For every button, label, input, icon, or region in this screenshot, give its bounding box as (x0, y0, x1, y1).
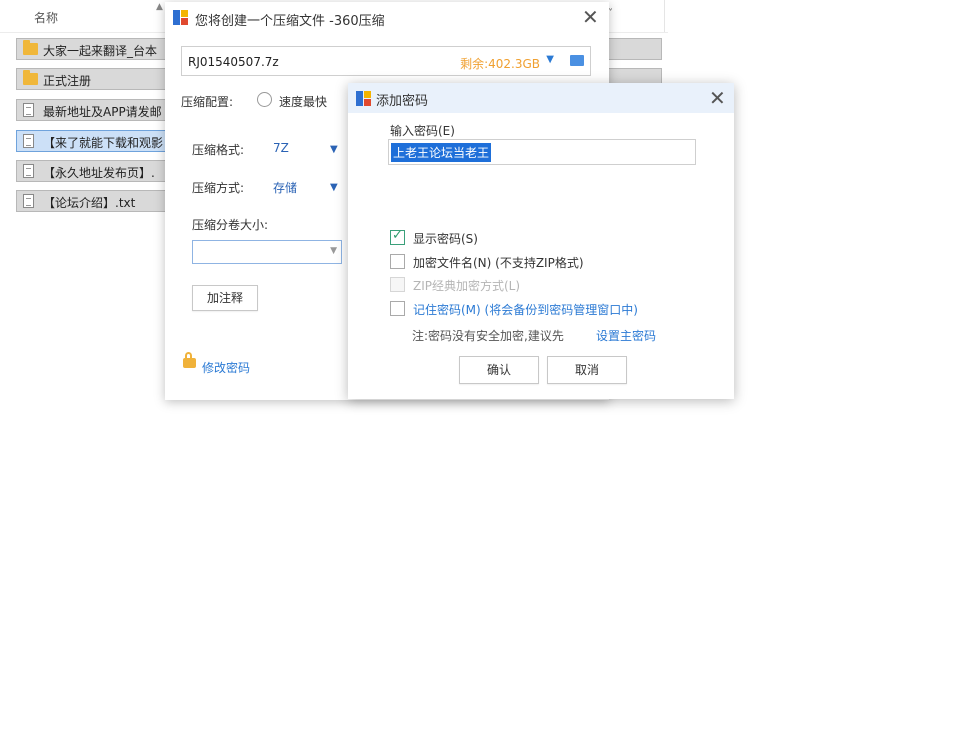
security-note: 注:密码没有安全加密,建议先 (412, 329, 564, 343)
speed-fastest-radio[interactable] (257, 92, 272, 107)
password-value: 上老王论坛当老王 (391, 143, 492, 162)
close-icon[interactable]: ✕ (582, 7, 599, 27)
encrypt-filenames-checkbox[interactable] (390, 254, 405, 269)
method-dropdown-icon[interactable]: ▼ (330, 182, 338, 193)
folder-icon (23, 40, 38, 55)
compress-config-label: 压缩配置: (181, 95, 234, 109)
app-logo-icon (173, 10, 188, 25)
zip-classic-checkbox (390, 277, 405, 292)
add-comment-button[interactable]: 加注释 (192, 285, 258, 311)
document-icon (23, 194, 34, 209)
browse-folder-icon[interactable] (570, 55, 584, 66)
document-icon (23, 103, 34, 118)
method-select[interactable]: 存储 (273, 179, 297, 196)
folder-icon (23, 70, 38, 85)
dialog-title: 您将创建一个压缩文件 -360压缩 (195, 14, 385, 29)
archive-filename: RJ01540507.7z (188, 55, 279, 69)
cancel-button[interactable]: 取消 (547, 356, 627, 384)
archive-path-field[interactable]: RJ01540507.7z 剩余:402.3GB ▼ (181, 46, 591, 76)
file-name: 大家一起来翻译_台本 (43, 44, 158, 58)
show-password-label[interactable]: 显示密码(S) (413, 230, 478, 247)
confirm-button[interactable]: 确认 (459, 356, 539, 384)
free-space-label: 剩余:402.3GB (460, 57, 540, 71)
file-name: 【永久地址发布页】. (43, 166, 155, 180)
format-select[interactable]: 7Z (273, 141, 289, 155)
file-name: 最新地址及APP请发邮 (43, 105, 162, 119)
password-dialog-title: 添加密码 (376, 94, 429, 109)
file-name: 【来了就能下载和观影 (43, 136, 164, 150)
method-label: 压缩方式: (192, 181, 245, 195)
change-password-link[interactable]: 修改密码 (202, 359, 250, 376)
password-input[interactable]: 上老王论坛当老王 (388, 139, 696, 165)
add-password-dialog: 添加密码 ✕ 输入密码(E) 上老王论坛当老王 ✓ 显示密码(S) 加密文件名(… (348, 83, 734, 399)
remember-password-checkbox[interactable] (390, 301, 405, 316)
password-dialog-titlebar[interactable]: 添加密码 ✕ (348, 83, 734, 113)
file-name: 正式注册 (43, 74, 92, 88)
dialog-titlebar[interactable]: 您将创建一个压缩文件 -360压缩 ✕ (165, 2, 609, 34)
password-input-label: 输入密码(E) (390, 124, 455, 138)
split-size-combobox[interactable]: ▼ (192, 240, 342, 264)
format-dropdown-icon[interactable]: ▼ (330, 144, 338, 155)
dropdown-arrow-icon[interactable]: ▼ (546, 54, 554, 65)
zip-classic-label: ZIP经典加密方式(L) (413, 279, 521, 293)
remember-password-label[interactable]: 记住密码(M) (将会备份到密码管理窗口中) (413, 301, 638, 318)
speed-fastest-label[interactable]: 速度最快 (279, 93, 327, 110)
app-logo-icon (356, 91, 371, 106)
check-icon: ✓ (392, 228, 403, 243)
file-name: 【论坛介绍】.txt (43, 196, 136, 210)
format-label: 压缩格式: (192, 143, 245, 157)
column-name-header[interactable]: 名称 (34, 9, 58, 26)
encrypt-filenames-label[interactable]: 加密文件名(N) (不支持ZIP格式) (413, 254, 584, 271)
close-icon[interactable]: ✕ (709, 88, 726, 108)
show-password-checkbox[interactable]: ✓ (390, 228, 405, 245)
sort-up-icon: ▲ (156, 2, 163, 12)
lock-icon (183, 352, 196, 368)
split-size-label: 压缩分卷大小: (192, 218, 269, 232)
column-divider[interactable] (664, 0, 665, 32)
chevron-down-icon[interactable]: ▼ (330, 246, 337, 256)
set-master-password-link[interactable]: 设置主密码 (596, 327, 656, 344)
document-icon (23, 134, 34, 149)
document-icon (23, 164, 34, 179)
